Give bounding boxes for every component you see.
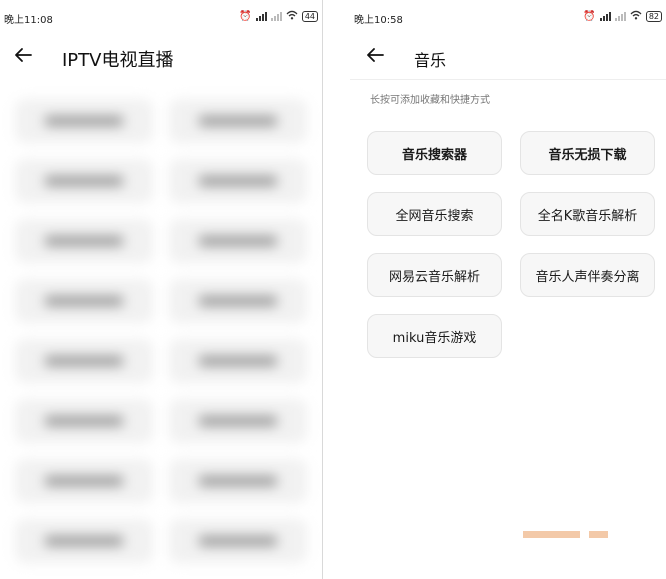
right-screen: 晚上10:58 ⏰ 82 音乐 长按可添加收藏和快捷方式 音乐搜索器 音乐无损下… bbox=[350, 0, 666, 579]
lossless-download-button[interactable]: 音乐无损下载 bbox=[520, 131, 655, 175]
channel-tile[interactable] bbox=[15, 339, 153, 383]
channel-row bbox=[15, 99, 307, 143]
blurred-channel-grid bbox=[0, 88, 322, 579]
status-bar: 晚上10:58 ⏰ 82 bbox=[350, 0, 666, 34]
miku-game-button[interactable]: miku音乐游戏 bbox=[367, 314, 502, 358]
channel-tile[interactable] bbox=[15, 519, 153, 563]
signal-icon bbox=[255, 12, 267, 21]
channel-tile[interactable] bbox=[169, 399, 307, 443]
channel-tile[interactable] bbox=[169, 159, 307, 203]
vocal-separation-button[interactable]: 音乐人声伴奏分离 bbox=[520, 253, 655, 297]
channel-row bbox=[15, 159, 307, 203]
channel-row bbox=[15, 519, 307, 563]
channel-row bbox=[15, 279, 307, 323]
wifi-icon bbox=[630, 10, 642, 23]
channel-tile[interactable] bbox=[15, 399, 153, 443]
battery-icon: 82 bbox=[645, 11, 662, 22]
channel-tile[interactable] bbox=[169, 99, 307, 143]
kge-parse-button[interactable]: 全名K歌音乐解析 bbox=[520, 192, 655, 236]
channel-tile[interactable] bbox=[15, 159, 153, 203]
status-icons: ⏰ 82 bbox=[583, 10, 662, 23]
channel-row bbox=[15, 219, 307, 263]
channel-row bbox=[15, 339, 307, 383]
back-arrow-icon[interactable] bbox=[12, 44, 34, 66]
channel-tile[interactable] bbox=[15, 279, 153, 323]
channel-tile[interactable] bbox=[169, 339, 307, 383]
channel-row bbox=[15, 399, 307, 443]
header-divider bbox=[350, 79, 666, 80]
left-screen: 晚上11:08 ⏰ 44 IPTV电视直播 bbox=[0, 0, 322, 579]
status-icons: ⏰ 44 bbox=[239, 10, 318, 23]
channel-tile[interactable] bbox=[15, 219, 153, 263]
web-music-search-button[interactable]: 全网音乐搜索 bbox=[367, 192, 502, 236]
app-bar: IPTV电视直播 bbox=[0, 34, 322, 78]
wifi-icon bbox=[286, 10, 298, 23]
signal-2-icon bbox=[270, 12, 282, 21]
status-time: 晚上10:58 bbox=[354, 15, 403, 26]
page-title: 音乐 bbox=[414, 51, 447, 70]
channel-tile[interactable] bbox=[169, 459, 307, 503]
netease-parse-button[interactable]: 网易云音乐解析 bbox=[367, 253, 502, 297]
channel-tile[interactable] bbox=[169, 279, 307, 323]
watermark-bar bbox=[523, 531, 580, 538]
hint-text: 长按可添加收藏和快捷方式 bbox=[370, 95, 490, 106]
app-bar: 音乐 bbox=[350, 34, 666, 78]
channel-tile[interactable] bbox=[15, 459, 153, 503]
signal-icon bbox=[599, 12, 611, 21]
channel-row bbox=[15, 459, 307, 503]
page-title: IPTV电视直播 bbox=[62, 50, 174, 71]
gutter bbox=[323, 0, 350, 579]
status-time: 晚上11:08 bbox=[4, 15, 53, 26]
back-arrow-icon[interactable] bbox=[364, 44, 386, 66]
channel-tile[interactable] bbox=[169, 219, 307, 263]
status-bar: 晚上11:08 ⏰ 44 bbox=[0, 0, 322, 34]
channel-tile[interactable] bbox=[15, 99, 153, 143]
music-search-button[interactable]: 音乐搜索器 bbox=[367, 131, 502, 175]
battery-icon: 44 bbox=[301, 11, 318, 22]
alarm-off-icon: ⏰ bbox=[583, 10, 596, 22]
alarm-off-icon: ⏰ bbox=[239, 10, 252, 22]
watermark-bar bbox=[589, 531, 608, 538]
signal-2-icon bbox=[614, 12, 626, 21]
channel-tile[interactable] bbox=[169, 519, 307, 563]
